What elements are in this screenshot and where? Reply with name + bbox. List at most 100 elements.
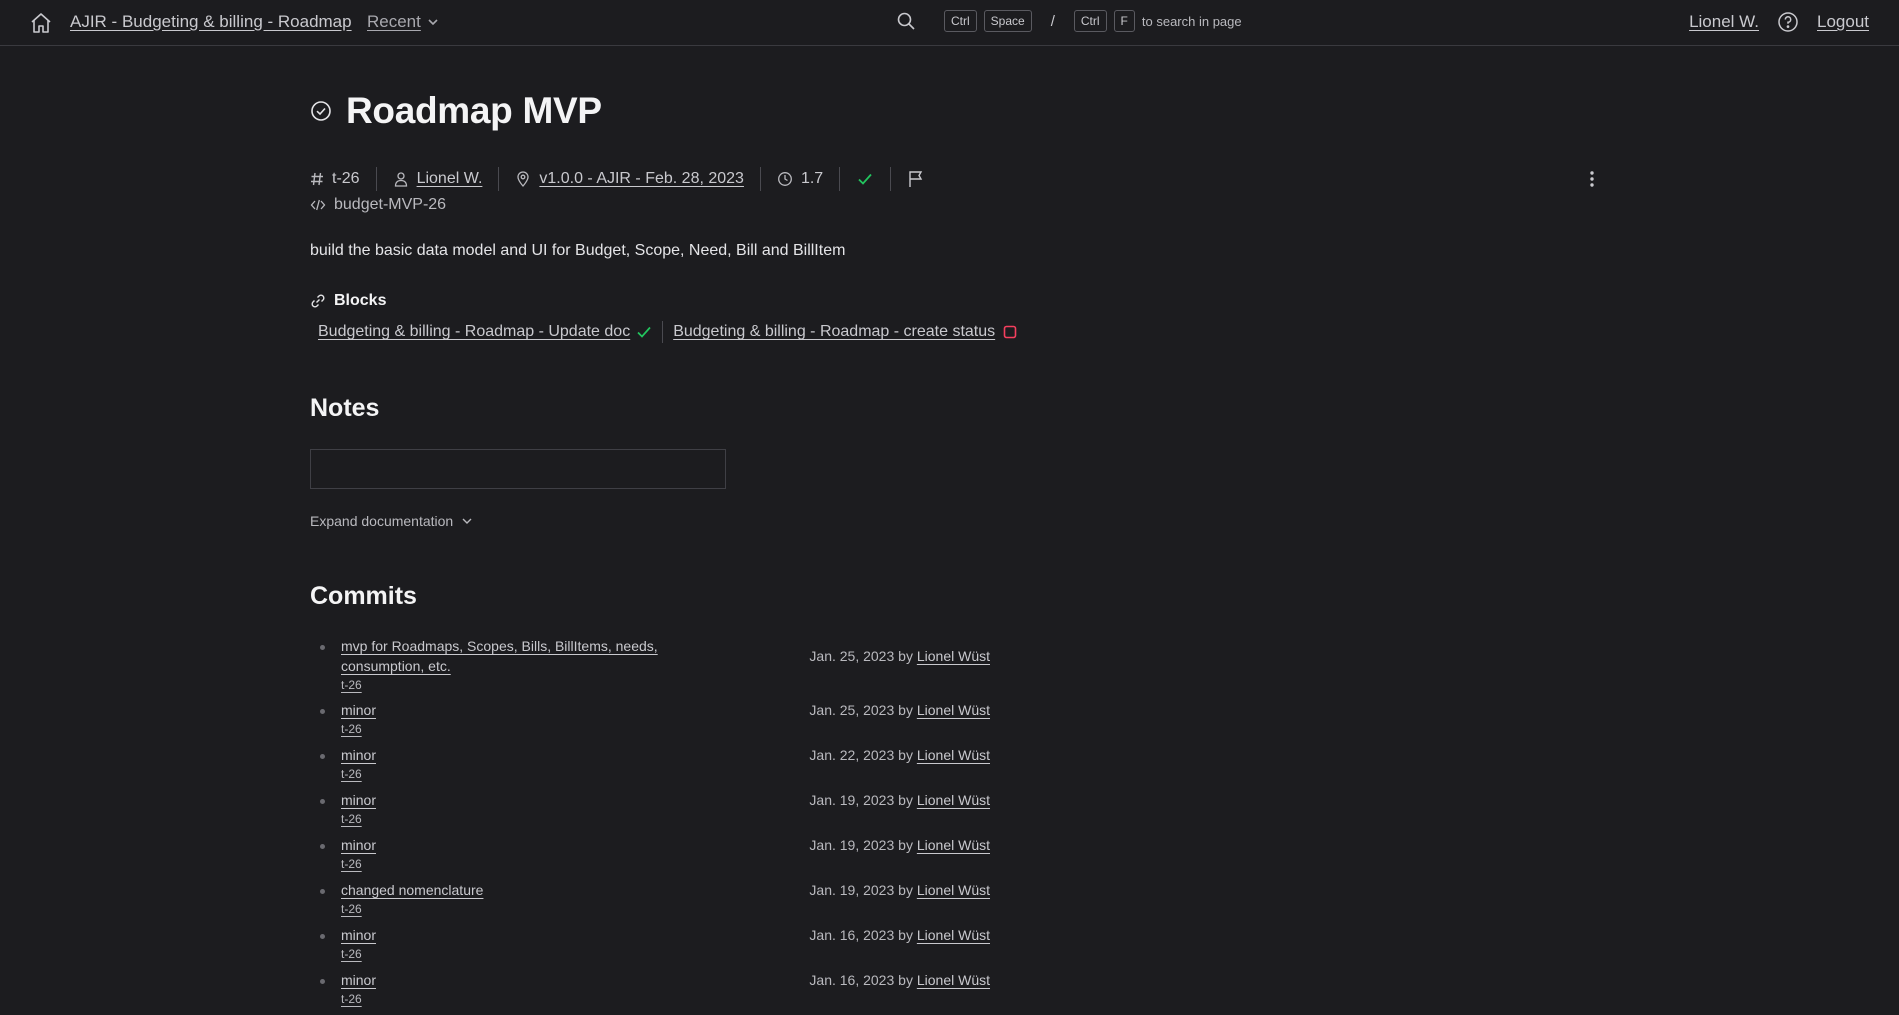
expand-documentation-toggle[interactable]: Expand documentation [310, 513, 473, 529]
milestone-link[interactable]: v1.0.0 - AJIR - Feb. 28, 2023 [539, 170, 744, 188]
commit-author-link[interactable]: Lionel Wüst [917, 648, 990, 664]
meta-divider [890, 167, 892, 191]
commit-task-tag[interactable]: t-26 [341, 856, 701, 872]
page-title: Roadmap MVP [346, 90, 602, 131]
commit-task-tag[interactable]: t-26 [341, 991, 701, 1007]
commit-date: Jan. 19, 2023 [809, 882, 895, 898]
commit-author-link[interactable]: Lionel Wüst [917, 837, 990, 853]
commit-task-tag[interactable]: t-26 [341, 677, 701, 693]
commit-message-link[interactable]: minor [341, 702, 376, 718]
commit-message-link[interactable]: changed nomenclature [341, 882, 483, 898]
commit-date: Jan. 25, 2023 [809, 702, 895, 718]
commit-message-link[interactable]: minor [341, 837, 376, 853]
commit-date: Jan. 16, 2023 [809, 927, 895, 943]
search-icon[interactable] [896, 11, 916, 31]
commit-author-link[interactable]: Lionel Wüst [917, 702, 990, 718]
search-hint-text: to search in page [1141, 13, 1242, 29]
recent-dropdown[interactable]: Recent [367, 12, 439, 32]
title-row: Roadmap MVP [310, 90, 602, 132]
commit-author-link[interactable]: Lionel Wüst [917, 882, 990, 898]
breadcrumb-project-link[interactable]: AJIR - Budgeting & billing - Roadmap [70, 12, 352, 32]
commit-by: by [898, 837, 913, 853]
commit-author-link[interactable]: Lionel Wüst [917, 927, 990, 943]
chevron-down-icon [462, 518, 472, 524]
commits-list: mvp for Roadmaps, Scopes, Bills, BillIte… [310, 636, 990, 1015]
commit-by: by [898, 792, 913, 808]
commit-author-link[interactable]: Lionel Wüst [917, 972, 990, 988]
commit-message-link[interactable]: minor [341, 792, 376, 808]
commit-row: minor t-26 Jan. 16, 2023 by Lionel Wüst [310, 925, 990, 970]
check-icon[interactable] [856, 170, 874, 188]
commit-message-link[interactable]: mvp for Roadmaps, Scopes, Bills, BillIte… [341, 638, 658, 674]
commit-by: by [898, 882, 913, 898]
assignee-link[interactable]: Lionel W. [417, 170, 483, 188]
recent-label: Recent [367, 12, 421, 31]
list-bullet [320, 934, 325, 939]
block-link-create-status[interactable]: Budgeting & billing - Roadmap - create s… [673, 323, 995, 341]
logout-link[interactable]: Logout [1817, 12, 1869, 32]
list-bullet [320, 844, 325, 849]
list-bullet [320, 709, 325, 714]
search-hint: Ctrl Space / Ctrl F to search in page [896, 10, 1242, 32]
status-check-circle-icon[interactable] [310, 100, 332, 122]
commit-task-tag[interactable]: t-26 [341, 766, 701, 782]
commit-task-tag[interactable]: t-26 [341, 811, 701, 827]
user-link[interactable]: Lionel W. [1689, 12, 1759, 32]
commit-by: by [898, 702, 913, 718]
notes-heading: Notes [310, 394, 380, 422]
more-options-icon[interactable] [1582, 167, 1602, 191]
meta-divider [375, 167, 377, 191]
code-ref: budget-MVP-26 [310, 196, 446, 214]
blocks-list: Budgeting & billing - Roadmap - Update d… [318, 321, 1017, 343]
commit-date: Jan. 19, 2023 [809, 837, 895, 853]
meta-divider [759, 167, 761, 191]
code-ref-value: budget-MVP-26 [334, 196, 447, 213]
kbd-ctrl: Ctrl [944, 10, 977, 32]
check-icon [637, 326, 651, 338]
link-icon [311, 294, 325, 308]
commit-row: changed nomenclature t-26 Jan. 19, 2023 … [310, 880, 990, 925]
commit-row: mvp for Roadmaps, Scopes, Bills, BillIte… [310, 636, 990, 700]
commit-by: by [898, 747, 913, 763]
commit-row: minor t-26 Jan. 19, 2023 by Lionel Wüst [310, 835, 990, 880]
kbd-space: Space [983, 10, 1032, 32]
commit-by: by [898, 972, 913, 988]
commit-task-tag[interactable]: t-26 [341, 721, 701, 737]
block-link-update-doc[interactable]: Budgeting & billing - Roadmap - Update d… [318, 323, 630, 341]
commit-by: by [898, 927, 913, 943]
commits-heading: Commits [310, 582, 417, 610]
help-icon[interactable] [1777, 11, 1799, 33]
commit-by: by [898, 648, 913, 664]
commit-date: Jan. 16, 2023 [809, 972, 895, 988]
list-bullet [320, 754, 325, 759]
user-menu: Lionel W. Logout [1689, 11, 1869, 33]
kbd-ctrl: Ctrl [1073, 10, 1107, 32]
commit-message-link[interactable]: minor [341, 927, 376, 943]
blocks-heading-text: Blocks [334, 292, 387, 309]
task-meta: t-26 Lionel W. v1.0.0 - AJIR - Feb. 28, … [310, 167, 1600, 191]
list-bullet [320, 979, 325, 984]
meta-divider [498, 167, 500, 191]
code-icon [310, 199, 326, 211]
commit-author-link[interactable]: Lionel Wüst [917, 747, 990, 763]
list-bullet [320, 889, 325, 894]
commit-row: minor t-26 Jan. 25, 2023 by Lionel Wüst [310, 700, 990, 745]
user-icon [394, 172, 407, 187]
commit-task-tag[interactable]: t-26 [341, 901, 701, 917]
commit-message-link[interactable]: minor [341, 747, 376, 763]
commit-date: Jan. 19, 2023 [809, 792, 895, 808]
commit-task-tag[interactable]: t-26 [341, 946, 701, 962]
hash-icon [311, 172, 323, 186]
notes-input[interactable] [310, 449, 726, 489]
clock-icon [778, 172, 792, 186]
flag-icon[interactable] [907, 170, 925, 188]
commit-row: minor t-26 Jan. 22, 2023 by Lionel Wüst [310, 745, 990, 790]
commit-date: Jan. 25, 2023 [809, 648, 895, 664]
estimate-value: 1.7 [800, 170, 824, 187]
commit-message-link[interactable]: minor [341, 972, 376, 988]
map-pin-icon [517, 171, 530, 187]
home-icon[interactable] [29, 11, 53, 35]
chevron-down-icon [428, 19, 438, 26]
commit-author-link[interactable]: Lionel Wüst [917, 792, 990, 808]
meta-divider [839, 167, 841, 191]
